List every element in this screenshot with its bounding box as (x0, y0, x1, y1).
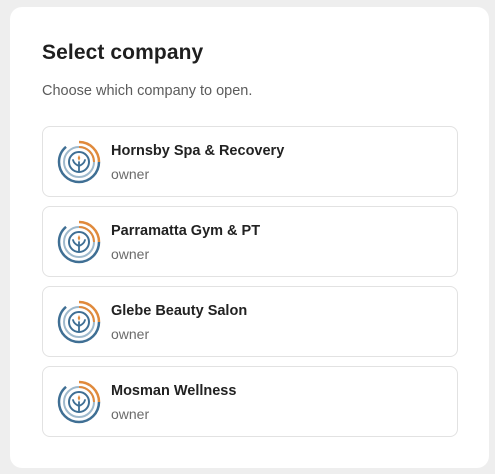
company-role: owner (111, 166, 150, 182)
company-logo-icon (57, 220, 101, 264)
company-logo-icon (57, 380, 101, 424)
select-company-dialog: Select company Choose which company to o… (10, 7, 489, 468)
company-item-glebe[interactable]: Glebe Beauty Salon owner (42, 286, 458, 357)
dialog-subtitle: Choose which company to open. (42, 83, 253, 99)
company-name: Hornsby Spa & Recovery (111, 143, 285, 159)
company-role: owner (111, 246, 150, 262)
company-list: Hornsby Spa & Recovery owner Parramatta … (42, 126, 458, 446)
company-name: Mosman Wellness (111, 383, 237, 399)
company-name: Glebe Beauty Salon (111, 303, 248, 319)
company-item-parramatta[interactable]: Parramatta Gym & PT owner (42, 206, 458, 277)
company-role: owner (111, 326, 150, 342)
company-name: Parramatta Gym & PT (111, 223, 261, 239)
company-item-hornsby[interactable]: Hornsby Spa & Recovery owner (42, 126, 458, 197)
dialog-title: Select company (42, 41, 204, 64)
company-logo-icon (57, 140, 101, 184)
company-item-mosman[interactable]: Mosman Wellness owner (42, 366, 458, 437)
company-role: owner (111, 406, 150, 422)
company-logo-icon (57, 300, 101, 344)
